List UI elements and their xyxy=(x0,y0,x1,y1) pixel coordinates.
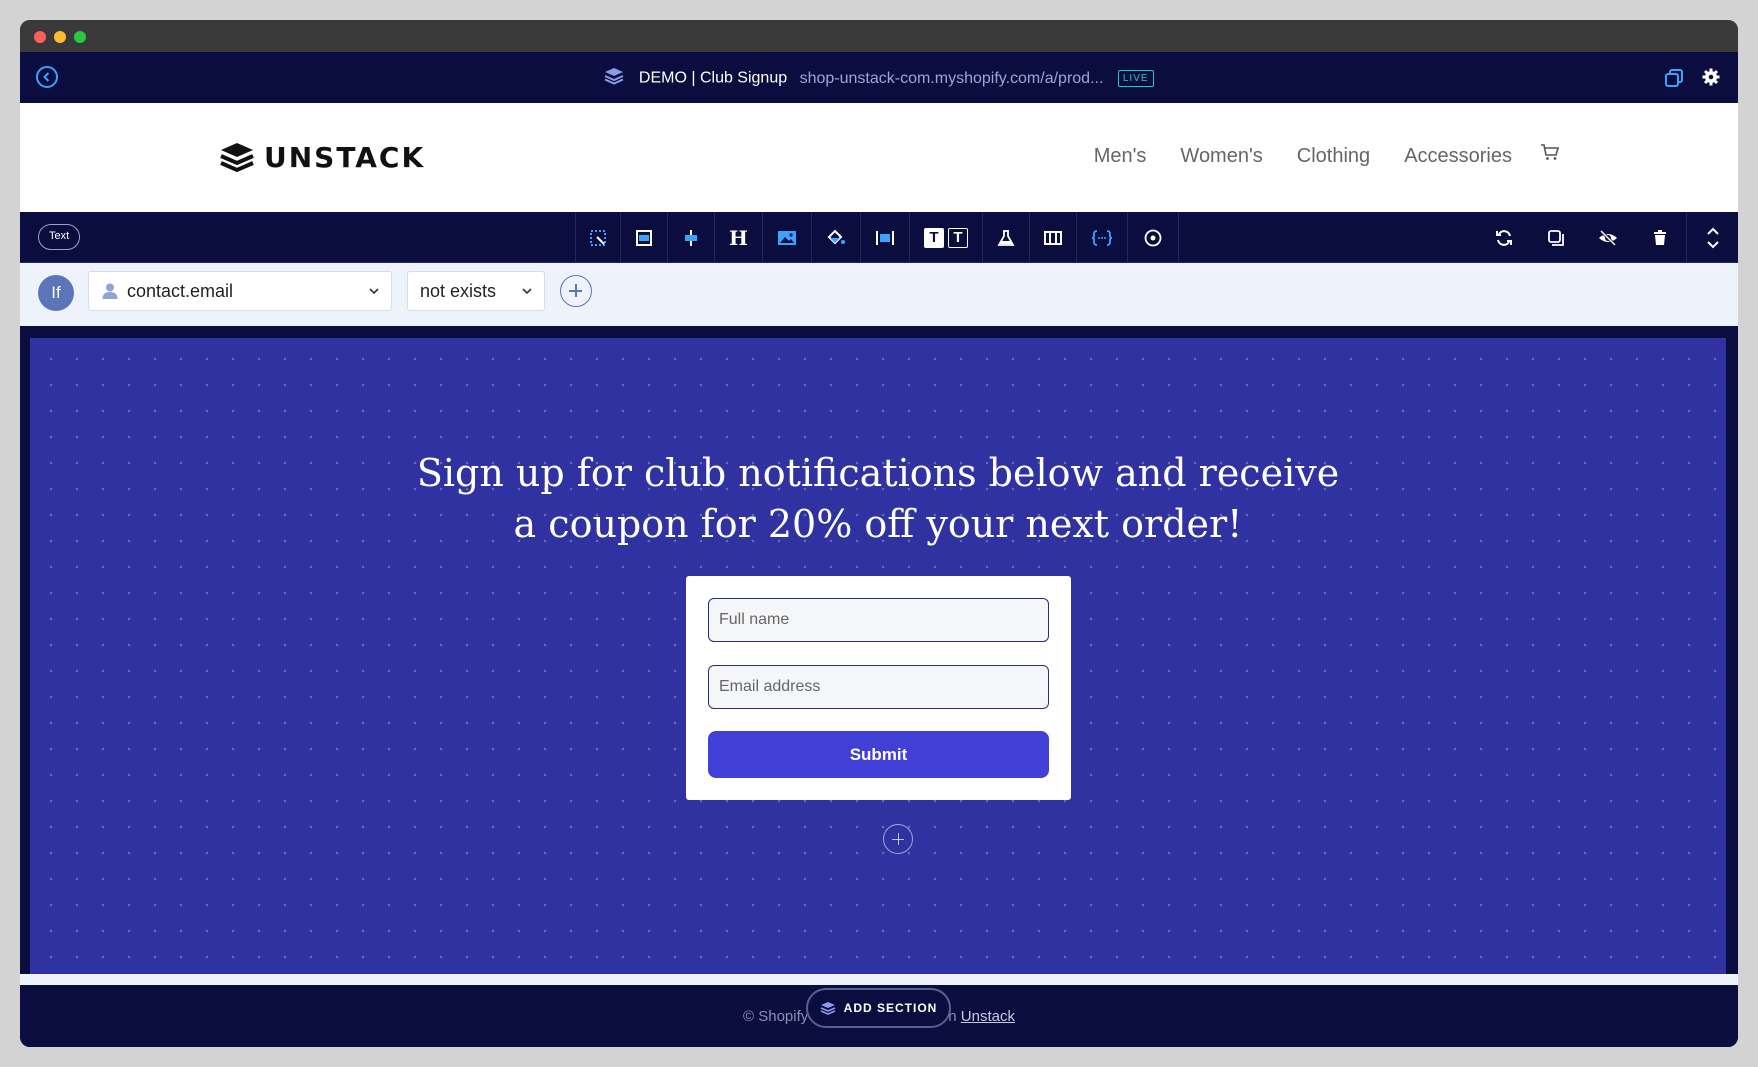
align-icon xyxy=(685,229,697,246)
heading-icon: H xyxy=(729,225,748,250)
image-tool[interactable] xyxy=(763,212,812,263)
signup-form-card: Submit xyxy=(686,576,1071,800)
move-section-controls[interactable] xyxy=(1686,212,1738,263)
columns-tool[interactable] xyxy=(1030,212,1077,263)
select-area-tool[interactable] xyxy=(575,212,621,263)
ab-test-flask-icon xyxy=(997,229,1015,246)
condition-bar: If contact.email not exists xyxy=(20,263,1738,326)
layers-icon xyxy=(604,67,624,90)
target-tool[interactable] xyxy=(1128,212,1179,263)
email-input[interactable] xyxy=(708,665,1049,709)
store-logo[interactable]: UNSTACK xyxy=(220,141,425,174)
element-toolbar: Text H T T xyxy=(20,212,1738,263)
footer-unstack-link[interactable]: Unstack xyxy=(961,1008,1015,1025)
duplicate-icon xyxy=(1548,229,1564,246)
trash-icon xyxy=(1654,229,1666,245)
hero-headline[interactable]: Sign up for club notifications below and… xyxy=(30,448,1726,550)
condition-if-badge: If xyxy=(38,275,74,311)
condition-operator-value: not exists xyxy=(420,280,497,301)
heading-tool[interactable]: H xyxy=(715,212,763,263)
nav-item-womens[interactable]: Women's xyxy=(1180,145,1262,168)
chevron-down-icon xyxy=(522,288,532,294)
page-footer: © Shopify h Unstack ADD SECTION xyxy=(20,985,1738,1047)
duplicate-page-icon[interactable] xyxy=(1664,68,1684,93)
code-braces-icon xyxy=(1091,229,1112,246)
footer-copyright: © Shopify xyxy=(743,1008,809,1025)
condition-operator-select[interactable]: not exists xyxy=(407,271,545,311)
select-area-icon xyxy=(590,229,606,246)
width-icon xyxy=(875,230,894,245)
page-info: DEMO | Club Signup shop-unstack-com.mysh… xyxy=(20,67,1738,90)
section-gap xyxy=(20,974,1738,985)
nav-item-mens[interactable]: Men's xyxy=(1094,145,1147,168)
image-icon xyxy=(777,230,796,245)
submit-button[interactable]: Submit xyxy=(708,731,1049,778)
layers-icon xyxy=(820,1002,835,1015)
section-layout-icon xyxy=(636,229,652,246)
text-style-tool[interactable]: T T xyxy=(910,212,983,263)
chevron-down-icon xyxy=(369,288,379,294)
eye-off-icon xyxy=(1599,229,1617,246)
hero-section[interactable]: Sign up for club notifications below and… xyxy=(30,338,1726,974)
hero-headline-line2: a coupon for 20% off your next order! xyxy=(513,502,1243,546)
add-condition-button[interactable] xyxy=(560,275,592,307)
condition-field-select[interactable]: contact.email xyxy=(88,271,392,311)
close-window-button[interactable] xyxy=(34,31,46,43)
fill-color-tool[interactable] xyxy=(812,212,861,263)
add-section-label: ADD SECTION xyxy=(843,1001,938,1015)
chevron-up-icon[interactable] xyxy=(1706,227,1719,235)
cart-icon[interactable] xyxy=(1540,143,1560,166)
section-layout-tool[interactable] xyxy=(621,212,668,263)
text-style-dark-icon: T xyxy=(947,227,968,248)
minimize-window-button[interactable] xyxy=(54,31,66,43)
store-header: UNSTACK Men's Women's Clothing Accessori… xyxy=(20,103,1738,212)
code-tool[interactable] xyxy=(1077,212,1128,263)
page-name[interactable]: DEMO | Club Signup xyxy=(639,70,787,87)
align-tool[interactable] xyxy=(668,212,715,263)
add-section-button[interactable]: ADD SECTION xyxy=(806,988,951,1028)
window-titlebar xyxy=(20,20,1738,52)
refresh-tool[interactable] xyxy=(1478,212,1530,263)
delete-tool[interactable] xyxy=(1634,212,1686,263)
element-type-pill[interactable]: Text xyxy=(38,224,81,250)
width-tool[interactable] xyxy=(861,212,910,263)
fullname-input[interactable] xyxy=(708,598,1049,642)
fill-color-icon xyxy=(827,229,845,244)
settings-gear-icon[interactable] xyxy=(1702,68,1720,91)
chevron-down-icon[interactable] xyxy=(1706,240,1719,249)
refresh-icon xyxy=(1496,229,1512,246)
hide-tool[interactable] xyxy=(1582,212,1634,263)
editor-topbar: DEMO | Club Signup shop-unstack-com.mysh… xyxy=(20,52,1738,103)
nav-item-clothing[interactable]: Clothing xyxy=(1297,145,1370,168)
duplicate-tool[interactable] xyxy=(1530,212,1582,263)
unstack-logo-icon xyxy=(220,142,254,172)
store-logo-text: UNSTACK xyxy=(264,141,426,174)
browser-window: DEMO | Club Signup shop-unstack-com.mysh… xyxy=(20,20,1738,1047)
hero-headline-line1: Sign up for club notifications below and… xyxy=(416,451,1340,495)
store-nav: Men's Women's Clothing Accessories xyxy=(1094,145,1512,168)
target-icon xyxy=(1144,229,1162,246)
nav-item-accessories[interactable]: Accessories xyxy=(1404,145,1512,168)
condition-field-value: contact.email xyxy=(127,280,234,301)
person-icon xyxy=(102,283,118,299)
columns-icon xyxy=(1043,230,1062,245)
toolbar-right-actions xyxy=(1478,212,1738,263)
maximize-window-button[interactable] xyxy=(74,31,86,43)
text-style-light-icon: T xyxy=(923,227,944,248)
page-url[interactable]: shop-unstack-com.myshopify.com/a/prod... xyxy=(800,70,1104,87)
toolbar-tools: H T T xyxy=(575,212,1179,263)
live-status-badge: LIVE xyxy=(1117,70,1154,87)
ab-test-tool[interactable] xyxy=(983,212,1030,263)
add-block-button[interactable] xyxy=(883,824,913,854)
